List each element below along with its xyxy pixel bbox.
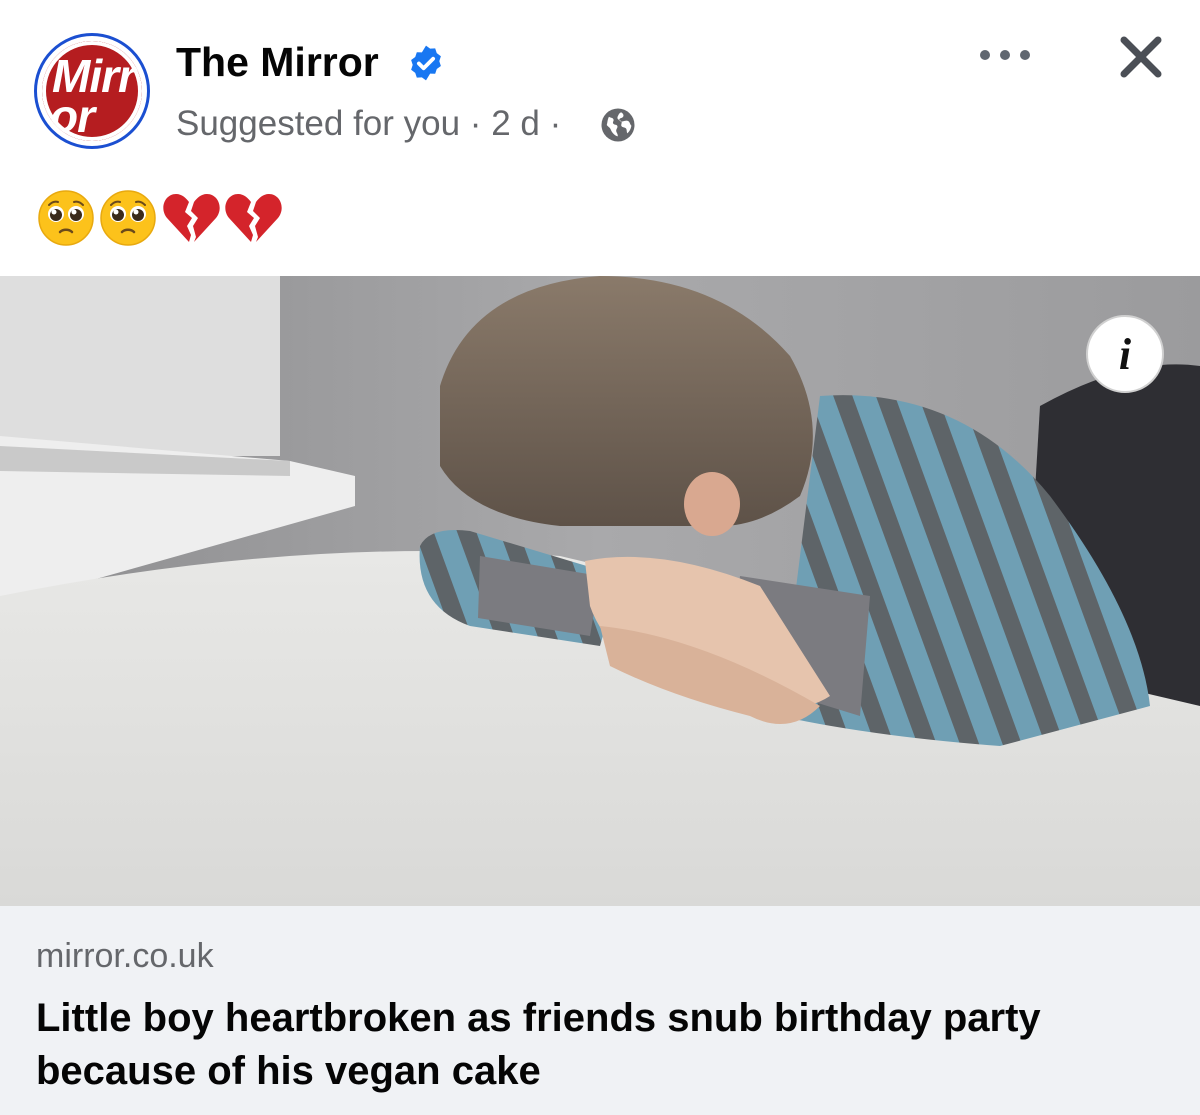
link-domain[interactable]: mirror.co.uk [36, 936, 214, 976]
mirror-logo: Mirr or [42, 41, 142, 141]
pleading-face-emoji [100, 190, 157, 246]
close-icon[interactable] [1116, 32, 1166, 82]
more-options-icon[interactable] [974, 40, 1036, 70]
verified-badge-icon [411, 45, 441, 81]
article-photo[interactable] [0, 276, 1200, 906]
link-headline[interactable]: Little boy heartbroken as friends snub b… [36, 992, 1156, 1098]
post-header: Mirr or The Mirror Suggested for you · 2… [0, 0, 1200, 165]
page-name[interactable]: The Mirror [176, 38, 379, 86]
info-button[interactable]: i [1086, 315, 1164, 393]
pleading-face-emoji [38, 190, 94, 246]
post-meta: Suggested for you · 2 d · [176, 104, 562, 143]
boy-at-table-image [0, 276, 1200, 906]
post-caption-emojis [36, 188, 283, 248]
page-avatar[interactable]: Mirr or [34, 33, 150, 149]
globe-icon [601, 108, 635, 142]
broken-heart-emoji [163, 194, 220, 242]
info-icon: i [1118, 329, 1132, 379]
broken-heart-emoji [225, 194, 283, 242]
